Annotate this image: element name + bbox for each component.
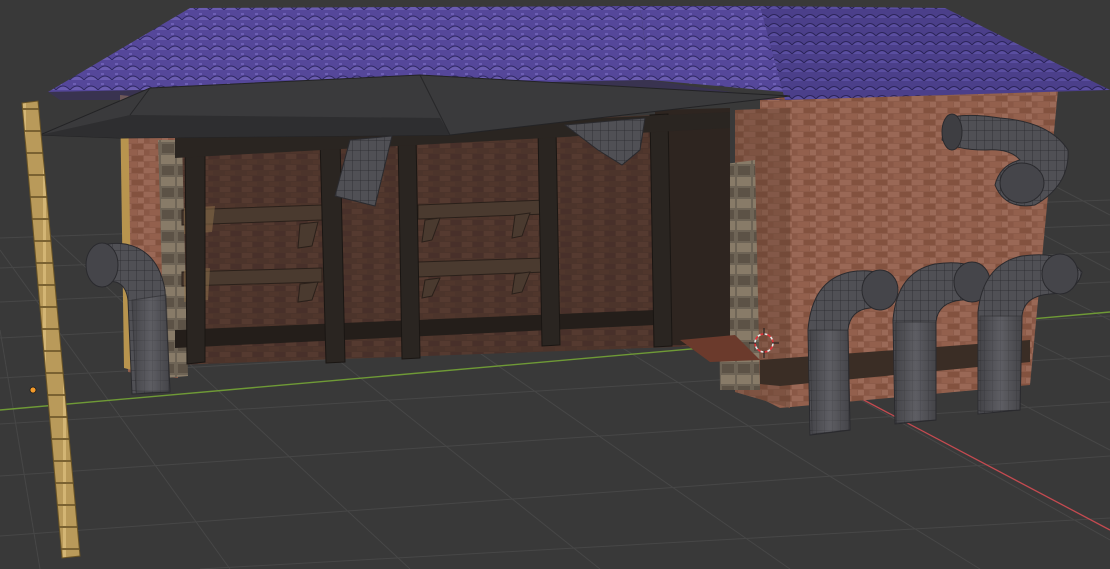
3d-viewport[interactable]: [0, 0, 1110, 569]
scene-render[interactable]: [0, 0, 1110, 569]
roof-right-hip: [640, 6, 785, 92]
roof-right-slope: [760, 6, 1110, 100]
building-model[interactable]: [21, 6, 1110, 559]
bamboo-pole[interactable]: [21, 100, 81, 559]
object-origin-icon[interactable]: [29, 386, 37, 394]
